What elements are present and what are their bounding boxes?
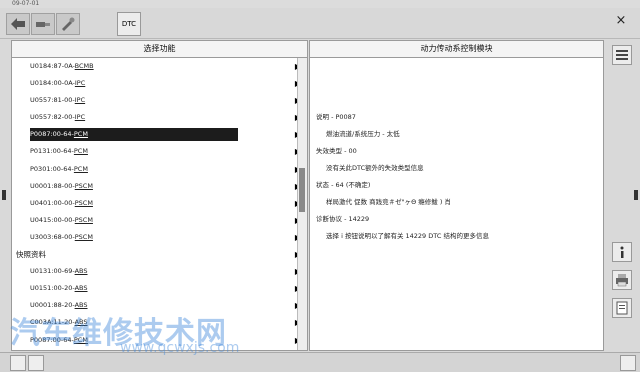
dtc-entry: P0301:00-64-PCM	[30, 161, 88, 178]
dtc-label: DTC	[121, 20, 137, 28]
dtc-entry: U0001:88-00-PSCM	[30, 178, 93, 195]
info-button[interactable]	[612, 242, 632, 262]
status-bar	[0, 352, 640, 372]
print-button[interactable]	[612, 270, 632, 290]
dtc-entry: P0087:00-64-PCM	[30, 126, 88, 143]
back-arrow-icon	[11, 18, 25, 30]
status-window-button[interactable]	[620, 355, 636, 371]
module-detail-panel: 动力传动系控制模块 说明 - P0087 燃油流道/系统压力 - 太低失效类型 -…	[309, 40, 604, 351]
dtc-entry: U0415:00-00-PSCM	[30, 212, 93, 229]
dtc-list-item[interactable]: U0001:88-00-PSCM▶	[12, 178, 301, 195]
menu-button[interactable]	[612, 45, 632, 65]
window-title: 09-07-01	[12, 0, 40, 7]
ecu-link[interactable]: PSCM	[75, 199, 93, 207]
dtc-entry: U0151:00-20-ABS	[30, 280, 88, 297]
connector-icon	[36, 22, 50, 27]
detail-line: 说明 - P0087	[316, 113, 356, 121]
scrollbar-thumb[interactable]	[299, 168, 305, 212]
dtc-code: P0301:00-64-	[30, 164, 74, 173]
function-select-title: 选择功能	[12, 41, 307, 58]
dtc-list-item[interactable]: U0184:87-0A-BCMB▶	[12, 58, 301, 75]
dtc-code: 快照资料	[16, 250, 46, 260]
function-select-panel: 选择功能 U0184:87-0A-BCMB▶U0184:00-0A-IPC▶U0…	[11, 40, 308, 351]
ecu-link[interactable]: ABS	[75, 284, 88, 292]
ecu-link[interactable]: IPC	[75, 113, 85, 121]
dtc-list-item[interactable]: U0401:00-00-PSCM▶	[12, 195, 301, 212]
dtc-code: U0184:87-0A-	[30, 62, 75, 70]
dtc-list-item[interactable]: U0184:00-0A-IPC▶	[12, 75, 301, 92]
dtc-tab[interactable]: DTC	[117, 12, 141, 36]
dtc-code: U0401:00-00-	[30, 198, 75, 207]
dtc-code: P0131:00-64-	[30, 147, 74, 156]
printer-icon	[616, 274, 628, 287]
ecu-link[interactable]: ABS	[75, 267, 88, 275]
dtc-entry: U0184:00-0A-IPC	[30, 75, 85, 92]
dtc-list-item[interactable]: U0415:00-00-PSCM▶	[12, 212, 301, 229]
close-icon: ×	[615, 13, 627, 28]
dtc-code: U0184:00-0A-	[30, 79, 75, 88]
detail-line: 诊断协议 - 14229	[316, 215, 370, 223]
ecu-link[interactable]: IPC	[75, 96, 85, 104]
dtc-code: U0415:00-00-	[30, 215, 75, 224]
dtc-list-item[interactable]: U0557:82-00-IPC▶	[12, 109, 301, 126]
dtc-code: U0151:00-20-	[30, 284, 75, 293]
dtc-list-item[interactable]: U0557:81-00-IPC▶	[12, 92, 301, 109]
dtc-code: U0557:81-00-	[30, 96, 75, 105]
status-tool-button[interactable]	[10, 355, 26, 371]
dtc-entry: U3003:68-00-PSCM	[30, 229, 93, 246]
ecu-link[interactable]: IPC	[75, 79, 85, 87]
ecu-link[interactable]: PSCM	[75, 182, 93, 190]
ecu-link[interactable]: BCMB	[75, 62, 94, 70]
dtc-entry: U0184:87-0A-BCMB	[30, 58, 94, 75]
dtc-list-item[interactable]: U0151:00-20-ABS▶	[12, 280, 301, 297]
detail-line: 样局激代 促数 商践竞＃ゼ"ヶΘ 瘾修鲅 ) 肖	[326, 198, 451, 206]
module-detail-title: 动力传动系控制模块	[310, 41, 603, 58]
dtc-list-item[interactable]: U3003:68-00-PSCM▶	[12, 229, 301, 246]
watermark-url: www.qcwxjs.com	[120, 340, 240, 356]
tools-icon	[62, 17, 75, 31]
info-icon	[620, 246, 624, 258]
tools-button[interactable]	[56, 13, 80, 35]
dtc-list-item[interactable]: U0131:00-69-ABS▶	[12, 263, 301, 280]
ecu-link[interactable]: PCM	[74, 165, 88, 173]
ecu-link[interactable]: PSCM	[75, 216, 93, 224]
dtc-code: U0557:82-00-	[30, 113, 75, 122]
title-bar: 09-07-01	[0, 0, 640, 8]
dtc-code: P0087:00-64-	[30, 130, 74, 139]
document-button[interactable]	[612, 298, 632, 318]
list-menu-icon	[616, 50, 628, 60]
detail-line: 没有关此DTC额外的失效类型信息	[326, 164, 424, 172]
left-splitter-handle[interactable]	[2, 190, 6, 200]
toolbar: DTC ×	[0, 8, 640, 39]
list-section-header: 快照资料▶	[12, 246, 301, 263]
ecu-link[interactable]: PSCM	[75, 233, 93, 241]
close-button[interactable]: ×	[614, 14, 628, 28]
dtc-list-item[interactable]: P0087:00-64-PCM▶	[12, 126, 301, 143]
dtc-entry: U0557:82-00-IPC	[30, 109, 85, 126]
detail-line: 状态 - 64 (不确定)	[316, 181, 371, 189]
dtc-list: U0184:87-0A-BCMB▶U0184:00-0A-IPC▶U0557:8…	[12, 58, 301, 349]
detail-line: 选择 i 按钮说明以了解有关 14229 DTC 结构的更多信息	[326, 232, 489, 240]
dtc-entry: U0401:00-00-PSCM	[30, 195, 93, 212]
ecu-link[interactable]: PCM	[74, 147, 88, 155]
dtc-entry: P0131:00-64-PCM	[30, 143, 88, 160]
dtc-code: U3003:68-00-	[30, 232, 75, 241]
dtc-code: U0001:88-00-	[30, 181, 75, 190]
dtc-entry: U0131:00-69-ABS	[30, 263, 88, 280]
dtc-code: U0131:00-69-	[30, 267, 75, 276]
connector-button[interactable]	[31, 13, 55, 35]
dtc-list-item[interactable]: P0301:00-64-PCM▶	[12, 161, 301, 178]
right-splitter-handle[interactable]	[634, 190, 638, 200]
document-icon	[616, 301, 628, 315]
list-scrollbar[interactable]	[297, 58, 307, 350]
ecu-link[interactable]: PCM	[74, 130, 88, 138]
back-button[interactable]	[6, 13, 30, 35]
detail-line: 燃油流道/系统压力 - 太低	[326, 130, 400, 138]
dtc-entry: U0557:81-00-IPC	[30, 92, 85, 109]
detail-content: 说明 - P0087 燃油流道/系统压力 - 太低失效类型 - 00 没有关此DTC…	[316, 109, 596, 245]
status-save-button[interactable]	[28, 355, 44, 371]
dtc-list-item[interactable]: P0131:00-64-PCM▶	[12, 143, 301, 160]
detail-line: 失效类型 - 00	[316, 147, 357, 155]
